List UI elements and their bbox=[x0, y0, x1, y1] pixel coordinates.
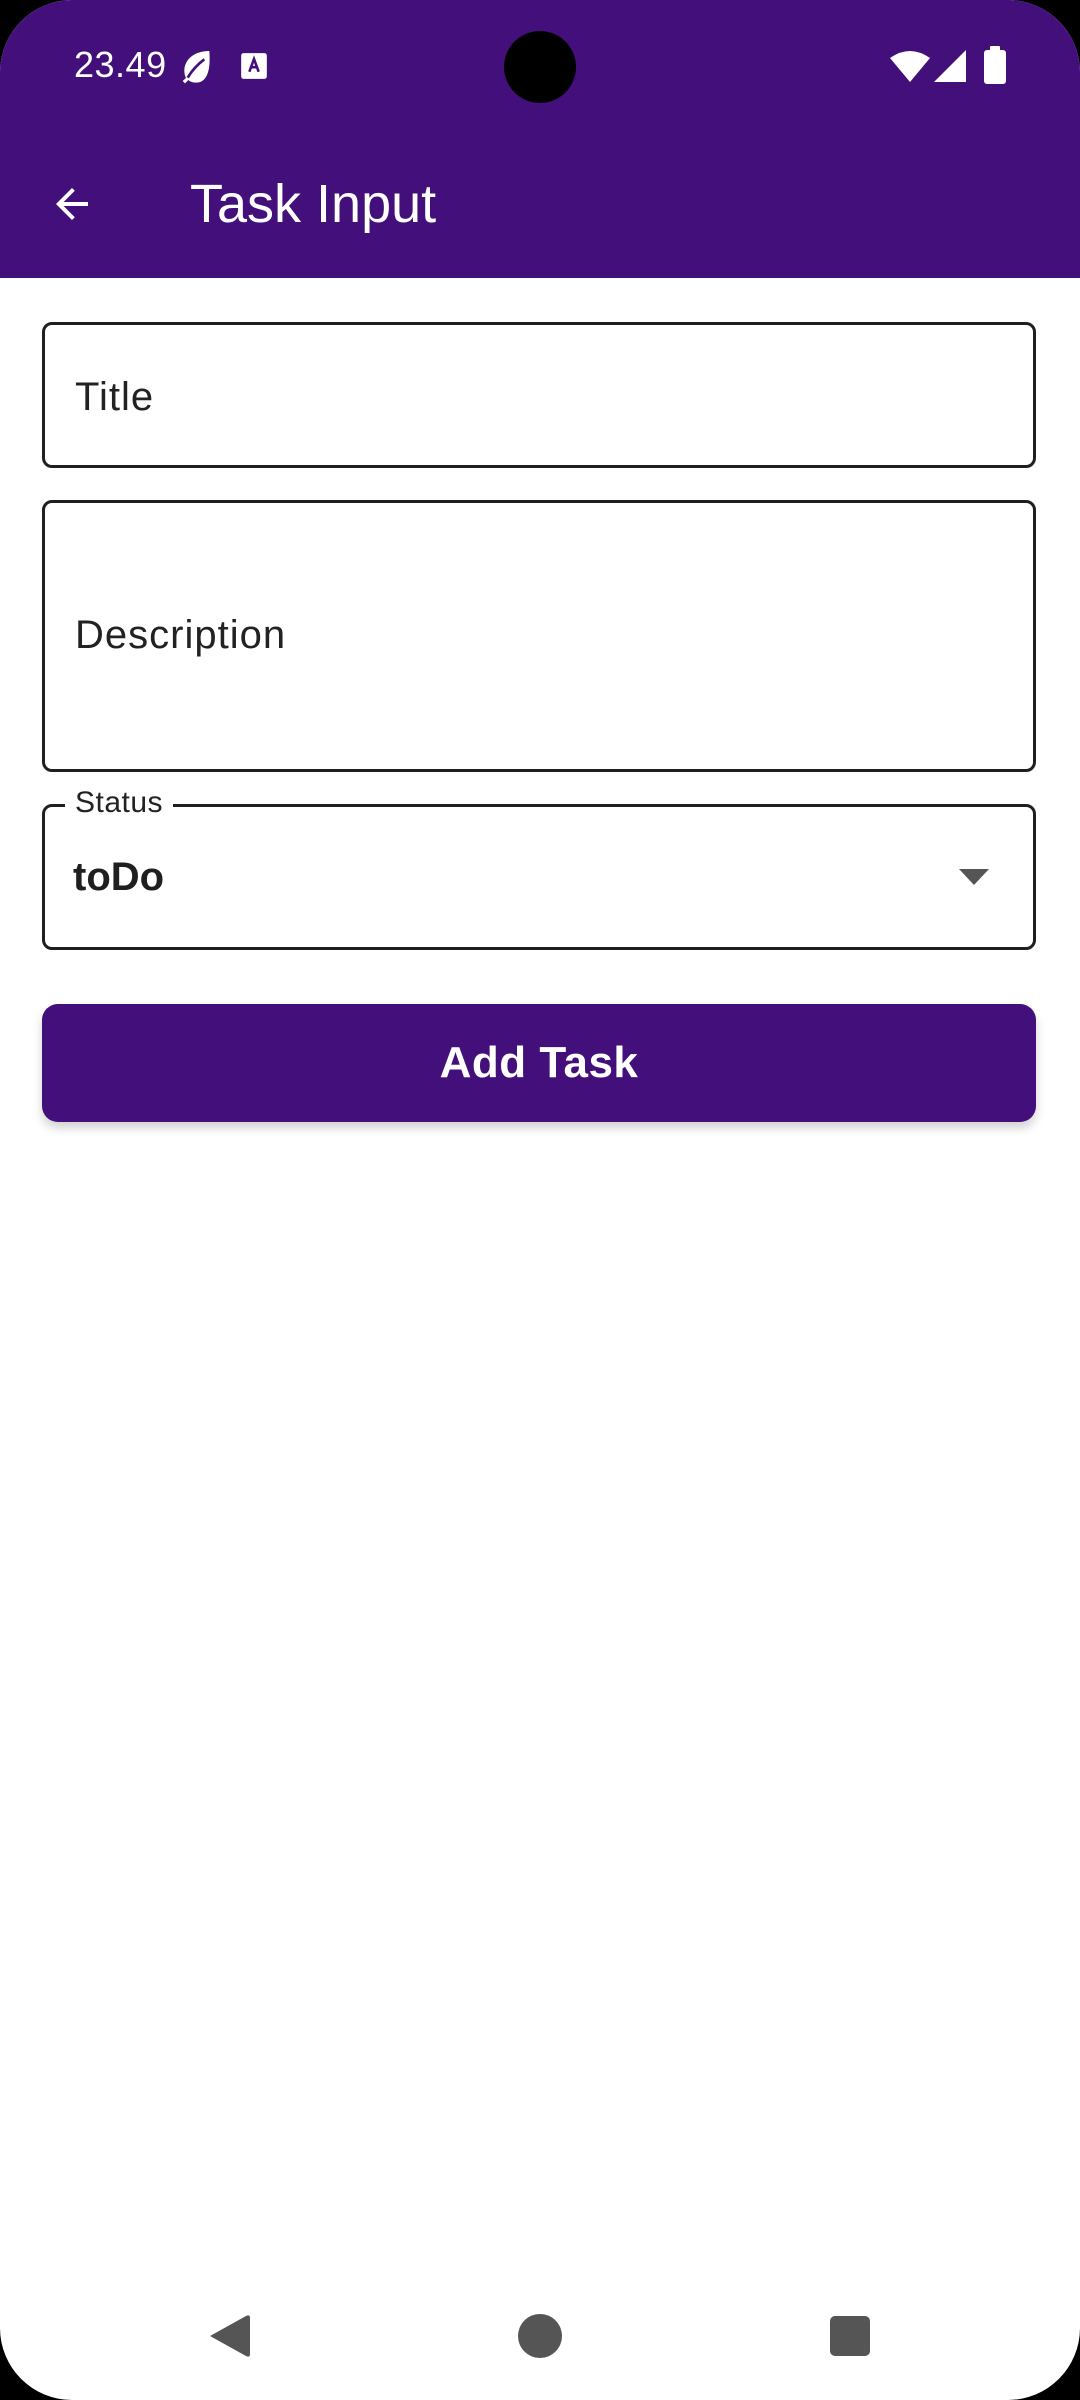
status-dropdown[interactable]: Status toDo bbox=[42, 785, 1036, 950]
status-time: 23.49 bbox=[74, 44, 167, 85]
title-placeholder: Title bbox=[75, 375, 155, 419]
status-value: toDo bbox=[73, 855, 165, 899]
app-bar: Task Input bbox=[0, 130, 1080, 278]
description-placeholder: Description bbox=[75, 613, 287, 657]
leaf-icon bbox=[182, 51, 210, 84]
status-label: Status bbox=[65, 785, 174, 821]
camera-cutout bbox=[504, 31, 576, 103]
description-field[interactable]: Description bbox=[42, 500, 1036, 772]
add-task-button[interactable]: Add Task bbox=[42, 1004, 1036, 1122]
arrow-back-icon bbox=[56, 188, 88, 220]
dropdown-arrow-icon bbox=[959, 869, 989, 885]
keyboard-icon bbox=[241, 53, 267, 79]
signal-icon bbox=[934, 50, 966, 82]
nav-back-icon[interactable] bbox=[206, 2312, 250, 2360]
navigation-bar bbox=[0, 2260, 1080, 2400]
title-field[interactable]: Title bbox=[42, 322, 1036, 468]
nav-recents-icon[interactable] bbox=[830, 2316, 870, 2356]
back-button[interactable] bbox=[36, 168, 108, 240]
battery-icon bbox=[984, 46, 1006, 84]
nav-home-icon[interactable] bbox=[518, 2314, 562, 2358]
wifi-icon bbox=[890, 51, 930, 82]
device-screen: 23.49 Task Input Title Description Statu… bbox=[0, 0, 1080, 2400]
status-bar: 23.49 bbox=[0, 0, 1080, 130]
page-title: Task Input bbox=[190, 174, 437, 234]
add-task-label: Add Task bbox=[439, 1038, 639, 1087]
